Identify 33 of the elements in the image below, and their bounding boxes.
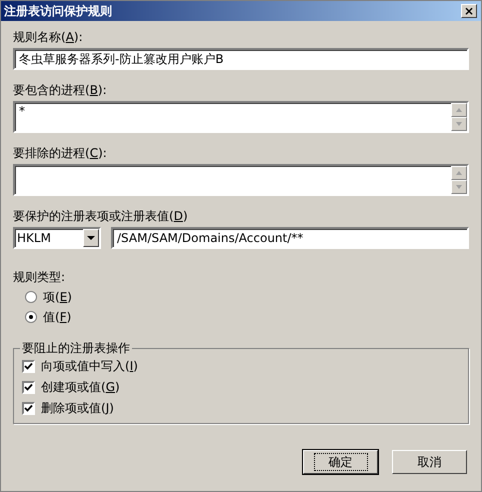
- root-key-dropdown[interactable]: HKLM: [13, 227, 101, 249]
- field-label: 要排除的进程(C):: [13, 146, 108, 160]
- field-label: 规则名称(A):: [13, 30, 84, 44]
- window-title: 注册表访问保护规则: [4, 2, 112, 20]
- group-title: 要阻止的注册表操作: [21, 340, 131, 357]
- field-label: 要保护的注册表项或注册表值(D): [13, 209, 189, 223]
- scroll-down-button[interactable]: [451, 117, 467, 131]
- up-arrow-icon: [456, 108, 462, 112]
- checkbox[interactable]: [22, 402, 35, 414]
- option-label: 值(F): [43, 308, 72, 326]
- close-button[interactable]: ×: [461, 4, 477, 18]
- checkbox[interactable]: [22, 380, 35, 394]
- option-label: 向项或值中写入(I): [41, 358, 138, 374]
- down-arrow-icon: [456, 185, 462, 189]
- checkbox[interactable]: [22, 360, 35, 372]
- option-label: 删除项或值(J): [41, 400, 114, 416]
- scroll-down-button[interactable]: [451, 180, 467, 194]
- radio-button[interactable]: [25, 311, 37, 323]
- up-arrow-icon: [456, 171, 462, 175]
- scroll-up-button[interactable]: [451, 103, 467, 117]
- text-area[interactable]: [13, 164, 469, 196]
- registry-path-field[interactable]: /SAM/SAM/Domains/Account/**: [111, 227, 469, 249]
- section-label: 规则类型:: [13, 270, 66, 284]
- ok-button[interactable]: 确定: [303, 450, 378, 474]
- option-label: 项(E): [43, 288, 72, 306]
- option-label: 创建项或值(G): [41, 378, 120, 396]
- radio-button[interactable]: [25, 291, 37, 303]
- down-arrow-icon: [456, 122, 462, 126]
- cancel-button[interactable]: 取消: [392, 450, 467, 474]
- field-label: 要包含的进程(B):: [13, 83, 108, 97]
- text-area[interactable]: *: [13, 101, 469, 133]
- input-field[interactable]: 冬虫草服务器系列-防止篡改用户账户B: [13, 48, 469, 70]
- scroll-up-button[interactable]: [451, 166, 467, 180]
